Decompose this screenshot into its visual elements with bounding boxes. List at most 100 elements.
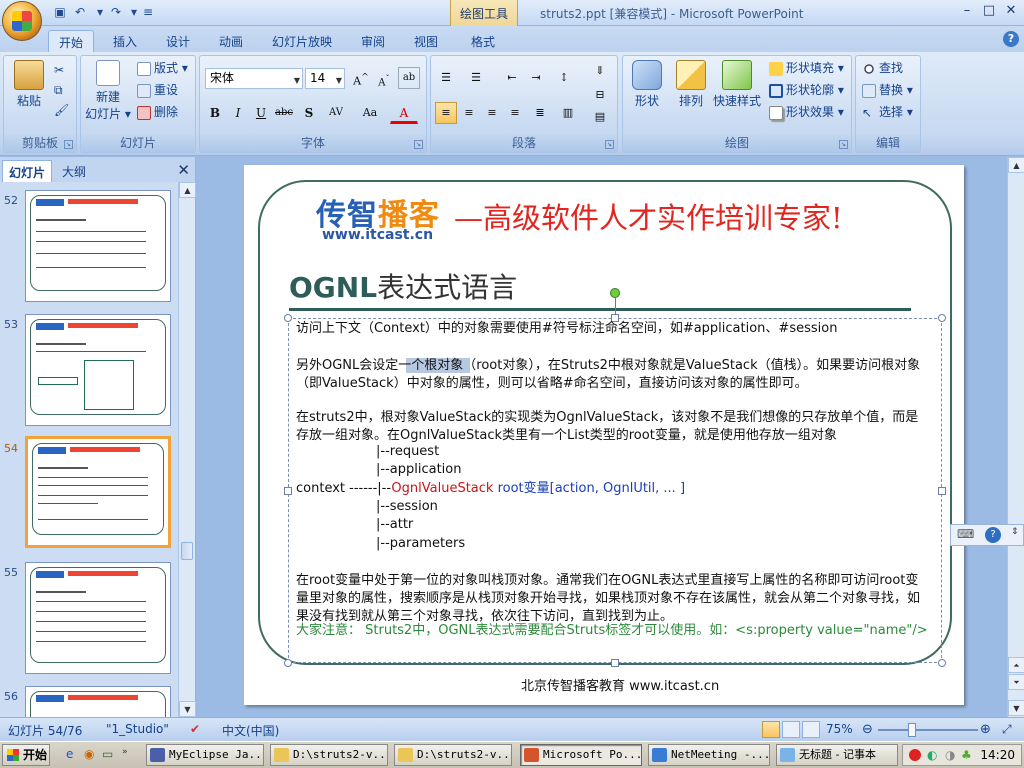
resize-handle[interactable]	[938, 314, 946, 322]
tray-app-icon[interactable]: ♣	[961, 748, 972, 762]
scroll-up-icon[interactable]: ▲	[1008, 157, 1024, 173]
drawing-launcher-icon[interactable]: ↘	[839, 140, 848, 149]
taskbar-item-powerpoint[interactable]: Microsoft Po...	[520, 744, 642, 766]
zoom-level[interactable]: 75%	[826, 722, 853, 736]
font-launcher-icon[interactable]: ↘	[414, 140, 423, 149]
underline-button[interactable]: U	[250, 102, 272, 124]
clear-format-icon[interactable]: ab	[398, 67, 420, 89]
change-case-button[interactable]: Aa	[356, 102, 384, 124]
italic-button[interactable]: I	[227, 102, 249, 124]
clipboard-launcher-icon[interactable]: ↘	[64, 140, 73, 149]
smartart-icon[interactable]: ▤	[589, 106, 611, 128]
columns-icon[interactable]: ▥	[557, 102, 579, 124]
shadow-button[interactable]: S	[298, 102, 320, 124]
numbering-icon[interactable]: ☰	[465, 67, 487, 89]
ime-icon[interactable]: ⌨	[957, 527, 974, 541]
decrease-indent-icon[interactable]: ⇤	[501, 67, 523, 89]
zoom-slider[interactable]	[878, 729, 978, 731]
taskbar-item-notepad[interactable]: 无标题 - 记事本	[776, 744, 898, 766]
quicklaunch-more-icon[interactable]: »	[122, 747, 128, 757]
tab-view[interactable]: 视图	[404, 30, 448, 52]
font-size-select[interactable]: 14 ▼	[305, 68, 345, 89]
volume-icon[interactable]: ◑	[945, 748, 955, 762]
resize-handle[interactable]	[284, 659, 292, 667]
shape-outline-button[interactable]: 形状轮廓 ▾	[769, 80, 844, 100]
pane-tab-slides[interactable]: 幻灯片	[2, 160, 53, 182]
scroll-down-icon[interactable]: ▼	[179, 701, 196, 717]
shape-fill-button[interactable]: 形状填充 ▾	[769, 58, 844, 78]
close-button[interactable]: ✕	[1000, 2, 1022, 20]
select-button[interactable]: ↖ 选择 ▾	[862, 102, 913, 122]
redo-icon[interactable]: ↷	[108, 4, 124, 20]
record-icon[interactable]	[909, 749, 921, 761]
sorter-view-button[interactable]	[782, 721, 800, 738]
fit-window-icon[interactable]: ⤢	[1002, 722, 1012, 737]
scroll-thumb[interactable]	[181, 542, 193, 560]
tab-insert[interactable]: 插入	[103, 30, 147, 52]
text-direction-icon[interactable]: ⇓	[589, 60, 611, 82]
next-slide-icon[interactable]: ⏷	[1008, 674, 1024, 690]
thumbnail-scrollbar[interactable]: ▲ ▼	[178, 182, 196, 717]
line-spacing-icon[interactable]: ↕	[553, 67, 575, 89]
scroll-down-icon[interactable]: ▼	[1008, 700, 1024, 716]
ie-icon[interactable]: e	[66, 747, 73, 761]
cut-icon[interactable]: ✂	[54, 60, 64, 80]
normal-view-button[interactable]	[762, 721, 780, 738]
spellcheck-icon[interactable]: ✔	[190, 722, 200, 736]
tab-home[interactable]: 开始	[48, 30, 95, 52]
shrink-font-icon[interactable]: Aˇ	[373, 67, 395, 89]
slide-title[interactable]: OGNL表达式语言	[289, 266, 517, 306]
tab-format[interactable]: 格式	[461, 30, 505, 52]
resize-handle[interactable]	[938, 487, 946, 495]
slide-thumbnail[interactable]	[25, 562, 171, 674]
resize-handle[interactable]	[611, 659, 619, 667]
slide-thumbnail-selected[interactable]	[25, 436, 171, 548]
slide-scrollbar[interactable]: ▲ ⏶ ⏷ ▼	[1007, 157, 1024, 717]
toolbar-options-icon[interactable]: ⇕	[1011, 527, 1019, 537]
bold-button[interactable]: B	[204, 102, 226, 124]
paragraph-launcher-icon[interactable]: ↘	[605, 140, 614, 149]
maximize-button[interactable]: □	[978, 2, 1000, 20]
pane-tab-outline[interactable]: 大纲	[56, 160, 92, 182]
shapes-button[interactable]: 形状	[627, 60, 667, 109]
zoom-out-icon[interactable]: ⊖	[862, 722, 873, 737]
save-icon[interactable]: ▣	[52, 4, 68, 20]
align-text-icon[interactable]: ⊟	[589, 84, 611, 106]
help-icon[interactable]: ?	[985, 527, 1001, 543]
zoom-in-icon[interactable]: ⊕	[980, 722, 991, 737]
delete-button[interactable]: 删除	[137, 102, 178, 122]
desktop-icon[interactable]: ▭	[102, 747, 113, 761]
char-spacing-button[interactable]: AV	[322, 102, 350, 124]
strikethrough-button[interactable]: abc	[273, 102, 295, 124]
copy-icon[interactable]: ⧉	[54, 80, 63, 100]
quick-styles-button[interactable]: 快速样式	[711, 60, 763, 109]
tab-design[interactable]: 设计	[156, 30, 200, 52]
grow-font-icon[interactable]: A^	[350, 67, 372, 89]
minimize-button[interactable]: –	[956, 2, 978, 20]
resize-handle[interactable]	[938, 659, 946, 667]
slideshow-view-button[interactable]	[802, 721, 820, 738]
tab-slideshow[interactable]: 幻灯片放映	[262, 30, 342, 52]
quicklaunch-icon[interactable]: ◉	[84, 747, 94, 761]
rotate-handle[interactable]	[610, 288, 620, 298]
align-left-icon[interactable]: ≡	[435, 102, 457, 124]
font-name-select[interactable]: 宋体 ▼	[205, 68, 303, 89]
arrange-button[interactable]: 排列	[671, 60, 711, 109]
font-color-button[interactable]: A	[390, 102, 418, 124]
bullets-icon[interactable]: ☰	[435, 67, 457, 89]
paste-button[interactable]: 粘贴	[8, 60, 50, 109]
shape-effects-button[interactable]: 形状效果 ▾	[769, 102, 844, 122]
align-right-icon[interactable]: ≡	[481, 102, 503, 124]
justify-icon[interactable]: ≡	[504, 102, 526, 124]
prev-slide-icon[interactable]: ⏶	[1008, 657, 1024, 673]
increase-indent-icon[interactable]: ⇥	[525, 67, 547, 89]
align-center-icon[interactable]: ≡	[458, 102, 480, 124]
taskbar-item-folder-2[interactable]: D:\struts2-v...	[394, 744, 512, 766]
resize-handle[interactable]	[284, 314, 292, 322]
tab-review[interactable]: 审阅	[351, 30, 395, 52]
taskbar-item-netmeeting[interactable]: NetMeeting -...	[648, 744, 770, 766]
zoom-slider-knob[interactable]	[908, 723, 916, 737]
layout-button[interactable]: 版式 ▾	[137, 58, 188, 78]
start-button[interactable]: 开始	[2, 744, 50, 766]
taskbar-item-folder-1[interactable]: D:\struts2-v...	[270, 744, 388, 766]
